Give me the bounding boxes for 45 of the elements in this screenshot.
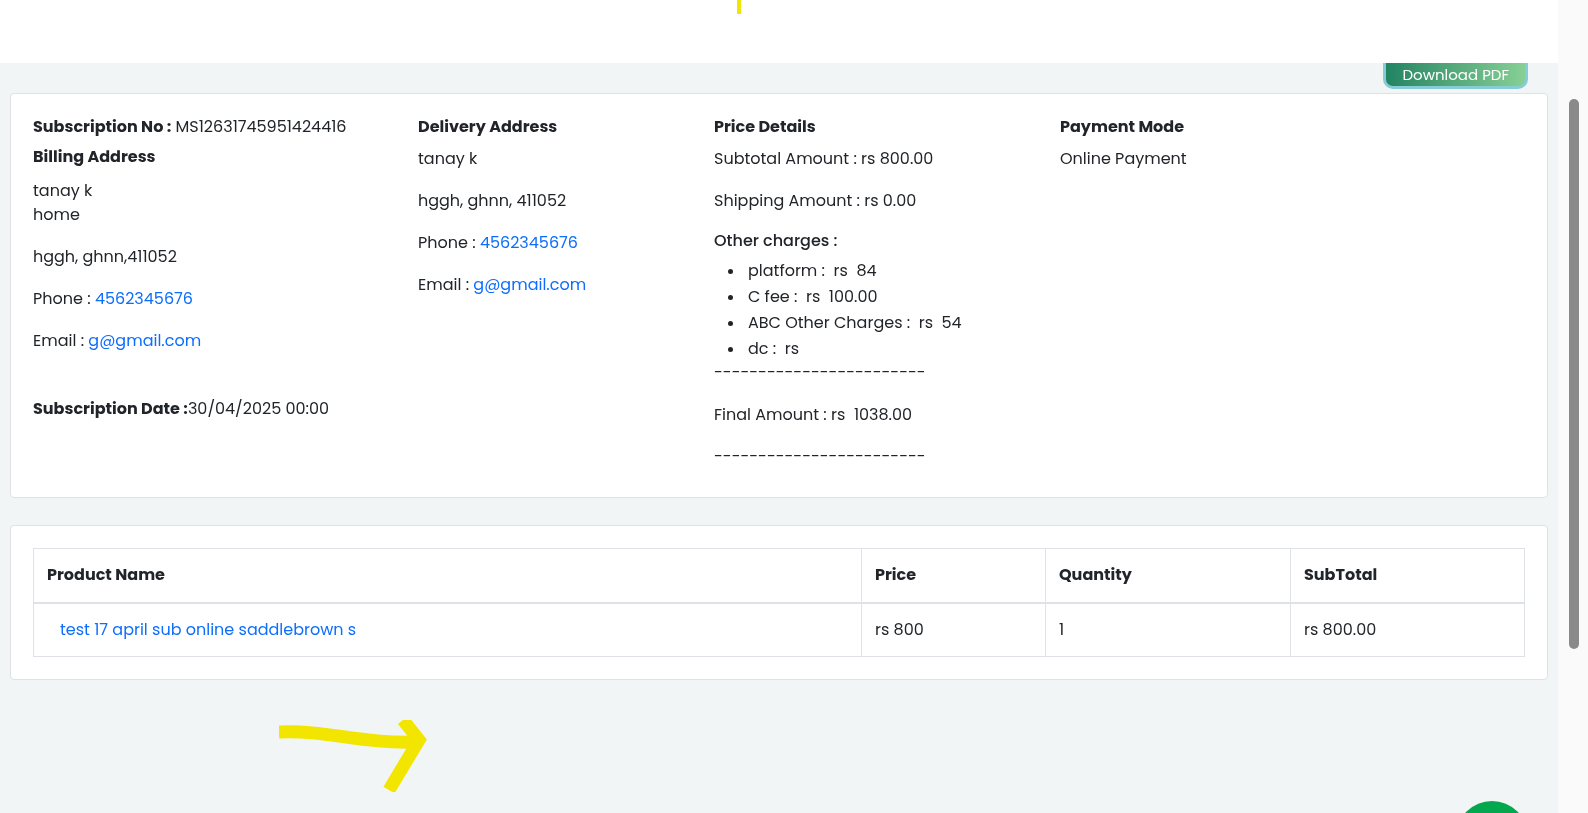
download-pdf-button[interactable]: Download PDF	[1383, 63, 1528, 89]
scrollbar-thumb[interactable]	[1569, 99, 1579, 649]
delivery-phone: Phone : 4562345676	[418, 232, 579, 254]
table-cell: 1	[1045, 602, 1291, 657]
billing-email: Email : g@gmail.com	[33, 330, 203, 352]
bullet-icon	[728, 320, 733, 326]
table-cell: rs 800	[861, 602, 1046, 657]
email-link[interactable]: g@gmail.com	[88, 329, 202, 352]
delivery-email: Email : g@gmail.com	[418, 274, 588, 296]
other-charge: C fee : rs 100.00	[748, 286, 878, 308]
bullet-icon	[728, 346, 733, 352]
other-charge: ABC Other Charges : rs 54	[748, 312, 962, 334]
other-charge: platform : rs 84	[748, 260, 877, 282]
table-cell: rs 800.00	[1290, 602, 1525, 657]
delivery-address-heading: Delivery Address	[418, 116, 559, 138]
final-amount: Final Amount : rs 1038.00	[714, 404, 914, 426]
product-link[interactable]: test 17 april sub online saddlebrown s	[60, 617, 357, 641]
payment-mode-heading: Payment Mode	[1060, 116, 1186, 138]
other-charges-heading: Other charges :	[714, 230, 839, 252]
column-header: SubTotal	[1290, 548, 1525, 603]
price-line: Subtotal Amount : rs 800.00	[714, 148, 935, 170]
column-header: Price	[861, 548, 1046, 603]
divider-text: ------------------------	[714, 362, 927, 384]
other-charge: dc : rs	[748, 338, 800, 360]
phone-link[interactable]: 4562345676	[479, 231, 578, 254]
delivery-name: tanay k	[418, 148, 479, 170]
bullet-icon	[728, 268, 733, 274]
price-line: Shipping Amount : rs 0.00	[714, 190, 918, 212]
billing-name: tanay k	[33, 180, 94, 202]
billing-address-heading: Billing Address	[33, 146, 157, 168]
subscription-number: Subscription No : MS12631745951424416	[33, 116, 348, 138]
price-details-heading: Price Details	[714, 116, 817, 138]
delivery-address: hggh, ghnn, 411052	[418, 190, 568, 212]
column-header: Product Name	[33, 548, 862, 603]
billing-phone: Phone : 4562345676	[33, 288, 194, 310]
billing-label: home	[33, 204, 81, 226]
column-header: Quantity	[1045, 548, 1291, 603]
phone-link[interactable]: 4562345676	[94, 287, 193, 310]
bullet-icon	[728, 294, 733, 300]
billing-address: hggh, ghnn,411052	[33, 246, 178, 268]
annotation-mark	[737, 0, 741, 14]
payment-mode: Online Payment	[1060, 148, 1187, 170]
subscription-date: Subscription Date :30/04/2025 00:00	[33, 398, 331, 420]
divider-text: ------------------------	[714, 446, 927, 468]
email-link[interactable]: g@gmail.com	[473, 273, 587, 296]
